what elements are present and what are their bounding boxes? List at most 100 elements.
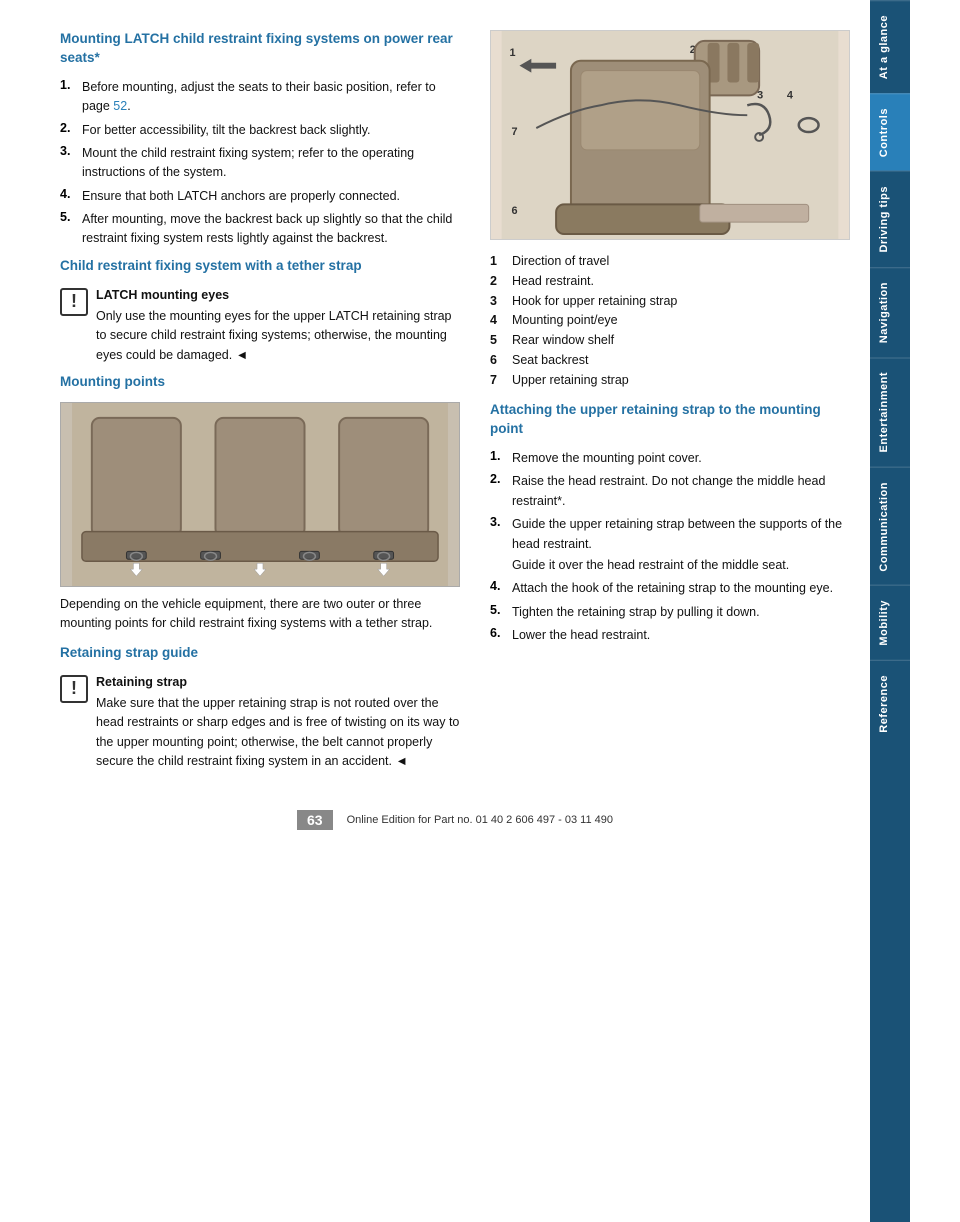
svg-text:7: 7 — [512, 126, 518, 138]
legend-num-7: 7 — [490, 371, 504, 390]
attach-step-3-line1: Guide the upper retaining strap between … — [512, 515, 850, 554]
attach-step-1-num: 1. — [490, 449, 506, 468]
legend-item-3: 3 Hook for upper retaining strap — [490, 292, 850, 311]
legend-text-2: Head restraint. — [512, 272, 594, 291]
attach-step-1-text: Remove the mounting point cover. — [512, 449, 702, 468]
legend-item-4: 4 Mounting point/eye — [490, 311, 850, 330]
mounting-svg — [61, 403, 459, 586]
warning-block-latch: ! LATCH mounting eyes Only use the mount… — [60, 286, 460, 366]
attach-step-2-text: Raise the head restraint. Do not change … — [512, 472, 850, 511]
legend-text-6: Seat backrest — [512, 351, 588, 370]
svg-text:3: 3 — [757, 89, 763, 101]
warning-text-strap: Retaining strap Make sure that the upper… — [96, 673, 460, 772]
tether-title: Child restraint fixing system with a tet… — [60, 257, 460, 276]
legend-text-4: Mounting point/eye — [512, 311, 618, 330]
step-1-text: Before mounting, adjust the seats to the… — [82, 78, 460, 117]
warning-text-latch: LATCH mounting eyes Only use the mountin… — [96, 286, 460, 366]
legend-item-2: 2 Head restraint. — [490, 272, 850, 291]
attach-step-5: 5. Tighten the retaining strap by pullin… — [490, 603, 850, 622]
seat-diagram-svg: 1 2 3 4 — [491, 31, 849, 239]
legend-num-4: 4 — [490, 311, 504, 330]
mounting-image — [60, 402, 460, 587]
warning-title-strap: Retaining strap — [96, 673, 460, 692]
attach-step-5-text: Tighten the retaining strap by pulling i… — [512, 603, 760, 622]
attach-step-3-line2: Guide it over the head restraint of the … — [512, 556, 850, 575]
legend-num-1: 1 — [490, 252, 504, 271]
attach-step-1: 1. Remove the mounting point cover. — [490, 449, 850, 468]
step-2: 2. For better accessibility, tilt the ba… — [60, 121, 460, 140]
sidebar-tab-entertainment[interactable]: Entertainment — [870, 357, 910, 466]
legend-num-2: 2 — [490, 272, 504, 291]
warning-body-latch: Only use the mounting eyes for the upper… — [96, 309, 452, 362]
sidebar-tab-controls-label: Controls — [878, 108, 890, 157]
sidebar-tab-communication-label: Communication — [878, 482, 890, 572]
legend-text-1: Direction of travel — [512, 252, 609, 271]
attach-step-2-num: 2. — [490, 472, 506, 511]
sidebar-tab-navigation[interactable]: Navigation — [870, 267, 910, 357]
step-3-num: 3. — [60, 144, 76, 183]
sidebar-tab-at-a-glance[interactable]: At a glance — [870, 0, 910, 93]
legend-num-5: 5 — [490, 331, 504, 350]
warning-icon-strap: ! — [60, 675, 88, 703]
warning-end-symbol: ◄ — [236, 348, 248, 362]
legend-text-3: Hook for upper retaining strap — [512, 292, 677, 311]
step-5: 5. After mounting, move the backrest bac… — [60, 210, 460, 249]
warning-end-strap: ◄ — [395, 754, 407, 768]
sidebar-tab-entertainment-label: Entertainment — [878, 372, 890, 452]
main-content: Mounting LATCH child restraint fixing sy… — [0, 0, 870, 1222]
sidebar-tab-driving-tips[interactable]: Driving tips — [870, 171, 910, 267]
sidebar-tab-mobility-label: Mobility — [878, 600, 890, 646]
step-4: 4. Ensure that both LATCH anchors are pr… — [60, 187, 460, 206]
step-1: 1. Before mounting, adjust the seats to … — [60, 78, 460, 117]
sidebar-tab-reference[interactable]: Reference — [870, 660, 910, 747]
warning-icon-latch: ! — [60, 288, 88, 316]
step-3: 3. Mount the child restraint fixing syst… — [60, 144, 460, 183]
footer-text: Online Edition for Part no. 01 40 2 606 … — [347, 814, 613, 826]
step-2-num: 2. — [60, 121, 76, 140]
sidebar-tab-driving-tips-label: Driving tips — [878, 186, 890, 253]
seat-diagram: 1 2 3 4 — [490, 30, 850, 240]
step-4-num: 4. — [60, 187, 76, 206]
attach-step-6-num: 6. — [490, 626, 506, 645]
step-4-text: Ensure that both LATCH anchors are prope… — [82, 187, 400, 206]
retaining-title: Retaining strap guide — [60, 644, 460, 663]
attach-step-4: 4. Attach the hook of the retaining stra… — [490, 579, 850, 598]
legend-item-5: 5 Rear window shelf — [490, 331, 850, 350]
sidebar-tab-mobility[interactable]: Mobility — [870, 585, 910, 660]
attach-step-4-num: 4. — [490, 579, 506, 598]
steps-list: 1. Before mounting, adjust the seats to … — [60, 78, 460, 249]
mounting-title: Mounting points — [60, 373, 460, 392]
right-sidebar: At a glance Controls Driving tips Naviga… — [870, 0, 910, 1222]
legend-num-3: 3 — [490, 292, 504, 311]
attach-step-6: 6. Lower the head restraint. — [490, 626, 850, 645]
step-1-num: 1. — [60, 78, 76, 117]
legend-num-6: 6 — [490, 351, 504, 370]
main-title: Mounting LATCH child restraint fixing sy… — [60, 30, 460, 68]
two-col-layout: Mounting LATCH child restraint fixing sy… — [60, 30, 850, 780]
sidebar-tab-communication[interactable]: Communication — [870, 467, 910, 586]
sidebar-tab-navigation-label: Navigation — [878, 282, 890, 343]
diagram-legend: 1 Direction of travel 2 Head restraint. … — [490, 252, 850, 389]
sidebar-tab-reference-label: Reference — [878, 675, 890, 733]
legend-text-7: Upper retaining strap — [512, 371, 629, 390]
step-5-num: 5. — [60, 210, 76, 249]
attach-step-4-text: Attach the hook of the retaining strap t… — [512, 579, 833, 598]
page-link-52[interactable]: 52 — [113, 99, 127, 113]
attach-step-6-text: Lower the head restraint. — [512, 626, 650, 645]
attach-step-3-num: 3. — [490, 515, 506, 575]
legend-item-1: 1 Direction of travel — [490, 252, 850, 271]
attach-step-3-text: Guide the upper retaining strap between … — [512, 515, 850, 575]
step-5-text: After mounting, move the backrest back u… — [82, 210, 460, 249]
attach-step-5-num: 5. — [490, 603, 506, 622]
attaching-steps-list: 1. Remove the mounting point cover. 2. R… — [490, 449, 850, 645]
sidebar-tab-at-a-glance-label: At a glance — [878, 15, 890, 79]
step-3-text: Mount the child restraint fixing system;… — [82, 144, 460, 183]
footer: 63 Online Edition for Part no. 01 40 2 6… — [60, 780, 850, 830]
right-column: 1 2 3 4 — [490, 30, 850, 780]
sidebar-tabs: At a glance Controls Driving tips Naviga… — [870, 0, 910, 747]
page-container: Mounting LATCH child restraint fixing sy… — [0, 0, 960, 1222]
svg-text:6: 6 — [512, 205, 518, 217]
sidebar-tab-controls[interactable]: Controls — [870, 93, 910, 171]
warning-block-strap: ! Retaining strap Make sure that the upp… — [60, 673, 460, 772]
left-column: Mounting LATCH child restraint fixing sy… — [60, 30, 460, 780]
